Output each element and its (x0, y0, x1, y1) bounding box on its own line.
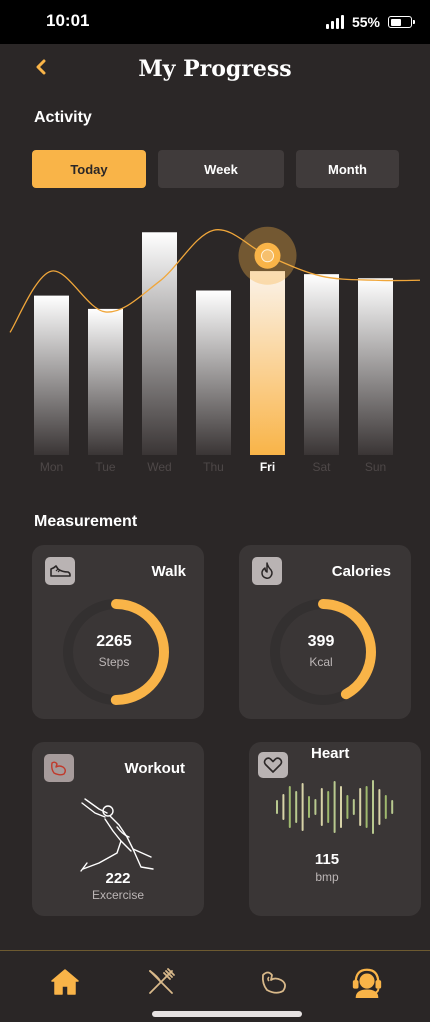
bar-wed[interactable] (142, 232, 177, 455)
nav-meals[interactable] (144, 965, 178, 999)
walk-card[interactable]: Walk 2265 Steps (32, 545, 204, 719)
heartbeat-waveform (276, 780, 394, 834)
heart-unit: bmp (315, 870, 339, 884)
tab-month[interactable]: Month (296, 150, 399, 188)
calories-card[interactable]: Calories 399 Kcal (239, 545, 411, 719)
x-tick-label: Sun (365, 460, 386, 474)
walk-unit: Steps (98, 655, 130, 669)
bar-sun[interactable] (358, 278, 393, 455)
bar-fri[interactable] (250, 271, 285, 455)
workout-value: 222 (105, 870, 131, 887)
x-tick-label: Fri (260, 460, 275, 474)
x-tick-label: Tue (95, 460, 116, 474)
activity-chart: Mon Tue Wed Thu Fri Sat Sun (9, 226, 421, 474)
home-icon (51, 969, 79, 995)
bar-sat[interactable] (304, 274, 339, 455)
support-agent-icon (352, 968, 382, 999)
tab-today[interactable]: Today (32, 150, 146, 188)
tab-week[interactable]: Week (158, 150, 284, 188)
activity-title: Activity (34, 109, 92, 126)
signal-icon (325, 15, 344, 29)
heart-card[interactable]: Heart 115 bmp (249, 742, 421, 916)
workout-title: Workout (124, 760, 185, 777)
x-tick-label: Thu (203, 460, 224, 474)
calories-title: Calories (331, 563, 391, 580)
bar-mon[interactable] (34, 295, 69, 455)
nav-support[interactable] (350, 965, 384, 999)
calories-ring: 399 Kcal (265, 597, 385, 709)
flexed-arm-icon (261, 971, 286, 994)
flame-icon (252, 557, 282, 585)
x-tick-label: Sat (312, 460, 331, 474)
heart-icon (258, 752, 288, 778)
battery-percent: 55% (351, 14, 380, 30)
calories-value: 399 (307, 633, 335, 650)
calories-unit: Kcal (309, 655, 333, 669)
walk-ring: 2265 Steps (58, 597, 178, 709)
nav-workout[interactable] (258, 965, 292, 999)
measurement-title: Measurement (34, 513, 138, 530)
highlight-core (261, 249, 274, 263)
nav-home[interactable] (48, 965, 82, 999)
heart-title: Heart (311, 745, 350, 762)
heart-value: 115 (314, 851, 340, 868)
status-time: 10:01 (46, 11, 90, 30)
workout-unit: Excercise (91, 888, 144, 902)
period-tabs: Today Week Month (32, 150, 399, 188)
walk-title: Walk (151, 563, 186, 580)
bar-tue[interactable] (88, 308, 123, 455)
workout-card[interactable]: Workout 222 Excercise (32, 742, 204, 916)
status-icons: 55% (325, 14, 415, 30)
flexed-arm-icon (44, 754, 74, 782)
yoga-pose-illustration (80, 798, 154, 872)
battery-icon (388, 16, 415, 28)
x-tick-label: Mon (40, 460, 63, 474)
page-title: My Progress (138, 56, 292, 82)
status-bar: 10:01 55% (0, 0, 430, 44)
fork-knife-icon (149, 968, 175, 994)
home-indicator (152, 1011, 302, 1017)
bar-thu[interactable] (196, 290, 231, 456)
header: My Progress (0, 50, 430, 94)
x-tick-label: Wed (147, 460, 171, 474)
walk-value: 2265 (96, 633, 132, 650)
sneaker-icon (45, 557, 75, 585)
